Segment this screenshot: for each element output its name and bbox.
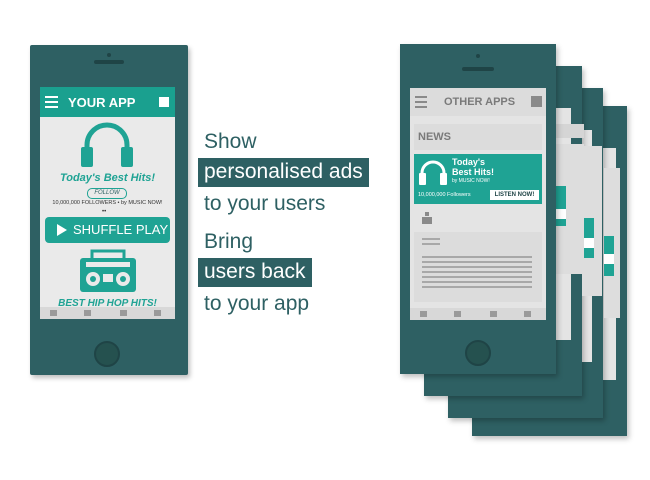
other-app-title: OTHER APPS xyxy=(444,96,516,108)
left-phone: YOUR APP Today's Best Hits! FOLLOW 10,00… xyxy=(30,45,188,375)
home-button[interactable] xyxy=(465,340,491,366)
app-header: YOUR APP xyxy=(40,87,175,117)
msg-users-back: users back xyxy=(198,258,312,287)
nav-item[interactable] xyxy=(490,311,497,317)
nav-item[interactable] xyxy=(50,310,57,316)
ad-banner[interactable]: Today's Best Hits! by MUSIC NOW! 10,000,… xyxy=(414,154,542,204)
nav-item[interactable] xyxy=(120,310,127,316)
msg-show: Show xyxy=(204,130,257,153)
nav-item[interactable] xyxy=(454,311,461,317)
phone-camera xyxy=(476,54,480,58)
msg-to-your-app: to your app xyxy=(204,292,310,315)
phone-speaker xyxy=(94,60,124,64)
follow-button[interactable]: FOLLOW xyxy=(87,188,127,199)
square-icon[interactable] xyxy=(531,96,542,107)
home-button[interactable] xyxy=(94,341,120,367)
listen-now-button[interactable]: LISTEN NOW! xyxy=(490,190,539,200)
ad-by: by MUSIC NOW! xyxy=(452,178,490,184)
stack-peek xyxy=(604,148,624,358)
followers-text: 10,000,000 FOLLOWERS • by MUSIC NOW! xyxy=(52,200,163,206)
left-phone-screen: YOUR APP Today's Best Hits! FOLLOW 10,00… xyxy=(40,87,175,319)
phone-speaker xyxy=(462,67,494,71)
square-icon[interactable] xyxy=(159,97,169,107)
shuffle-play-button[interactable]: SHUFFLE PLAY xyxy=(45,217,170,243)
headphones-icon xyxy=(419,160,447,185)
stack-peek xyxy=(554,104,584,318)
nav-item[interactable] xyxy=(524,311,531,317)
hamburger-icon[interactable] xyxy=(45,96,58,108)
msg-bring: Bring xyxy=(204,230,254,253)
promo-title: Today's Best Hits! xyxy=(59,172,156,184)
ad-followers: 10,000,000 Followers xyxy=(418,192,471,198)
article-card xyxy=(414,232,542,302)
ad-title-1: Today's xyxy=(452,157,485,167)
news-card: NEWS xyxy=(414,124,542,150)
profile-icon xyxy=(422,212,432,224)
msg-to-your-users: to your users xyxy=(204,192,326,215)
news-label: NEWS xyxy=(418,131,451,143)
phone-camera xyxy=(107,53,111,57)
play-icon xyxy=(57,224,67,236)
ad-title-2: Best Hits! xyxy=(452,167,495,177)
bottom-nav xyxy=(410,308,546,320)
hamburger-icon[interactable] xyxy=(415,96,427,108)
right-phone: OTHER APPS NEWS Today's Best Hits! by MU… xyxy=(400,44,556,374)
nav-item[interactable] xyxy=(154,310,161,316)
app-title: YOUR APP xyxy=(68,95,136,110)
msg-personalised-ads: personalised ads xyxy=(198,158,369,187)
page-dots: •• xyxy=(102,209,107,215)
nav-item[interactable] xyxy=(84,310,91,316)
stack-peek xyxy=(582,126,604,336)
bottom-nav xyxy=(40,307,175,319)
other-app-header: OTHER APPS xyxy=(410,88,546,116)
shuffle-play-label: SHUFFLE PLAY xyxy=(73,222,169,237)
right-phone-screen: OTHER APPS NEWS Today's Best Hits! by MU… xyxy=(410,88,546,320)
headphones-icon xyxy=(81,122,133,167)
nav-item[interactable] xyxy=(420,311,427,317)
boombox-icon xyxy=(80,249,136,292)
